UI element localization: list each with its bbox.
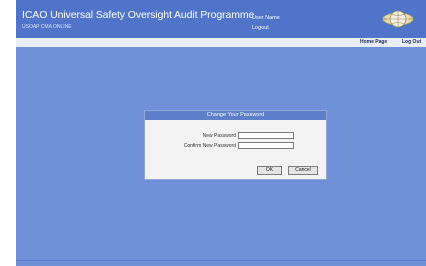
confirm-password-field[interactable] [238, 142, 294, 149]
app-frame: ICAO Universal Safety Oversight Audit Pr… [16, 0, 426, 266]
log-out-link[interactable]: Log Out [402, 39, 421, 45]
confirm-password-row: Confirm New Password [145, 142, 328, 150]
ok-button[interactable]: OK [257, 166, 282, 175]
user-logout-link[interactable]: Logout [252, 25, 269, 31]
home-page-link[interactable]: Home Page [360, 39, 387, 45]
confirm-password-label: Confirm New Password [183, 143, 236, 149]
app-title: ICAO Universal Safety Oversight Audit Pr… [22, 9, 255, 21]
app-header: ICAO Universal Safety Oversight Audit Pr… [16, 0, 426, 38]
dialog-title: Change Your Password [145, 111, 326, 120]
new-password-row: New Password [145, 132, 328, 140]
user-name: User Name [252, 15, 280, 21]
top-nav-bar: Home Page Log Out [16, 38, 426, 47]
icao-globe-logo-icon [382, 10, 414, 28]
change-password-dialog: Change Your Password New Password Confir… [144, 110, 327, 180]
bottom-divider [16, 260, 426, 261]
cancel-button[interactable]: Cancel [288, 166, 318, 175]
app-subtitle: USOAP CMA ONLINE [22, 24, 72, 30]
new-password-label: New Password [202, 133, 236, 139]
new-password-field[interactable] [238, 132, 294, 139]
